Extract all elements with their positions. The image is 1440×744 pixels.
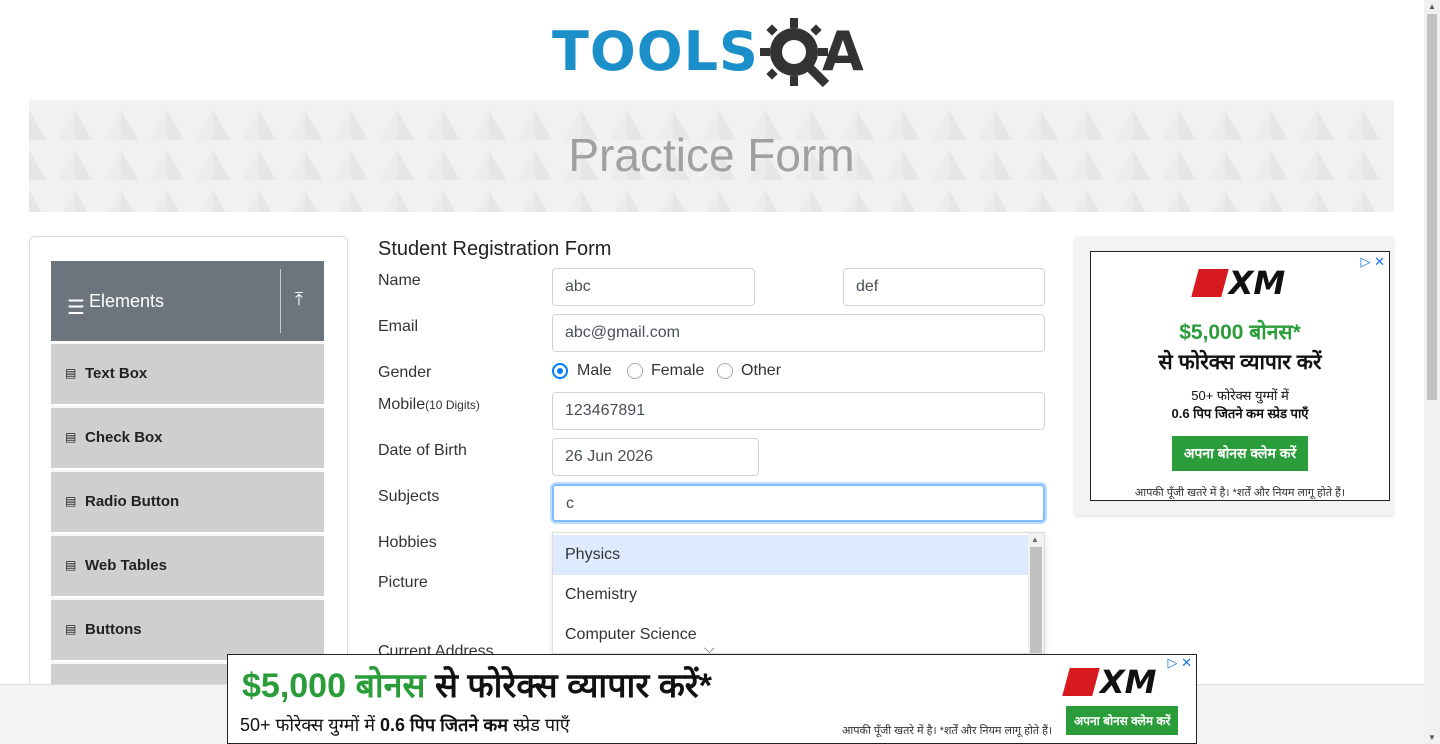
page-banner: Practice Form [29, 100, 1394, 212]
ad-headline-2: से फोरेक्स व्यापार करें [1158, 351, 1322, 374]
ad-bottom-cta-button[interactable]: अपना बोनस क्लेम करें [1066, 706, 1179, 735]
ad-headline-1: $5,000 बोनस* [1179, 321, 1301, 344]
logo-text: TOOLS [552, 20, 759, 83]
sidebar-item-check-box[interactable]: ▤ Check Box [51, 406, 324, 468]
page-title: Practice Form [568, 129, 855, 181]
xm-logo: XM [1091, 264, 1389, 302]
mobile-label-text: Mobile [378, 396, 426, 413]
sidebar-item-buttons[interactable]: ▤ Buttons [51, 598, 324, 660]
name-label: Name [378, 272, 421, 289]
document-icon: ▤ [65, 494, 77, 508]
adchoices-close-icon[interactable]: ▷ ✕ [1360, 254, 1385, 270]
toolsqa-logo[interactable]: TOOLS A [552, 16, 876, 90]
sidebar-group-title: Elements [89, 291, 165, 311]
ad-disclaimer: आपकी पूँजी खतरे में है। *शर्तें और नियम … [1134, 487, 1346, 499]
scroll-down-arrow-icon[interactable]: ▼ [1428, 733, 1436, 742]
subjects-label: Subjects [378, 488, 440, 505]
dob-input[interactable]: 26 Jun 2026 [552, 438, 759, 476]
subject-option-computer-science[interactable]: Computer Science [553, 615, 1030, 653]
scroll-up-arrow-icon[interactable]: ▲ [1031, 535, 1039, 544]
subjects-input[interactable]: c [552, 484, 1045, 522]
subject-option-chemistry[interactable]: Chemistry [553, 575, 1030, 615]
ad-bottom-disclaimer: आपकी पूँजी खतरे में है। *शर्तें और नियम … [842, 725, 1053, 737]
xm-brand: XM [1228, 264, 1286, 302]
sidebar-item-label: Radio Button [85, 493, 180, 510]
gender-female-radio[interactable] [627, 363, 643, 379]
picture-label: Picture [378, 574, 428, 591]
ad-sub-1: 50+ फोरेक्स युग्मों में [1191, 388, 1289, 403]
ad-right-creative[interactable]: ▷ ✕ XM $5,000 बोनस* से फोरेक्स व्यापार क… [1090, 251, 1390, 501]
document-icon: ▤ [65, 366, 77, 380]
form-title: Student Registration Form [378, 238, 612, 260]
hamburger-icon: ☰ [67, 297, 85, 319]
sidebar-item-web-tables[interactable]: ▤ Web Tables [51, 534, 324, 596]
ad-right: ▷ ✕ XM $5,000 बोनस* से फोरेक्स व्यापार क… [1075, 237, 1393, 515]
ad-bottom-headline: $5,000 बोनस से फोरेक्स व्यापार करें* [242, 661, 712, 707]
page-scrollbar[interactable]: ▲ ▼ [1424, 0, 1440, 744]
xm-logo: XM [1062, 663, 1157, 701]
mobile-input[interactable]: 123467891 [552, 392, 1045, 430]
scrollbar-thumb[interactable] [1030, 547, 1042, 653]
hobbies-label: Hobbies [378, 534, 437, 551]
ad-sub-2: 0.6 पिप जितने कम स्प्रेड पाएँ [1171, 406, 1309, 421]
gender-female-label[interactable]: Female [651, 362, 704, 380]
subject-option-physics[interactable]: Physics [553, 535, 1030, 575]
sidebar-item-label: Text Box [85, 365, 148, 382]
adchoices-close-icon[interactable]: ▷ ✕ [1167, 655, 1192, 671]
subjects-autocomplete-menu: Physics Chemistry Computer Science ▲ [552, 532, 1045, 654]
ad-bottom-sub-bold: 0.6 पिप जितने कम [380, 715, 508, 735]
dropdown-scrollbar[interactable]: ▲ [1028, 533, 1044, 653]
ad-bottom-headline-green: $5,000 बोनस [242, 667, 426, 705]
gender-male-label[interactable]: Male [577, 362, 612, 380]
sidebar-item-label: Check Box [85, 429, 163, 446]
xm-mark-icon [1190, 269, 1229, 297]
sidebar-item-radio-button[interactable]: ▤ Radio Button [51, 470, 324, 532]
ad-bottom-sub-pre: 50+ फोरेक्स युग्मों में [240, 715, 380, 735]
sidebar-item-label: Buttons [85, 621, 142, 638]
gender-label: Gender [378, 364, 432, 381]
document-icon: ▤ [65, 430, 77, 444]
sidebar-item-label: Web Tables [85, 557, 167, 574]
xm-brand: XM [1100, 663, 1157, 701]
document-icon: ▤ [65, 558, 77, 572]
mobile-label: Mobile(10 Digits) [378, 396, 480, 414]
mobile-hint: (10 Digits) [425, 398, 480, 412]
email-input[interactable]: abc@gmail.com [552, 314, 1045, 352]
first-name-input[interactable]: abc [552, 268, 755, 306]
last-name-input[interactable]: def [843, 268, 1045, 306]
dob-label: Date of Birth [378, 442, 467, 459]
logo-suffix: A [822, 20, 864, 83]
sidebar-group-elements[interactable]: ☰ Elements ⤒ [51, 261, 324, 341]
email-label: Email [378, 318, 419, 335]
scroll-up-arrow-icon[interactable]: ▲ [1428, 2, 1436, 11]
xm-mark-icon [1062, 668, 1100, 696]
divider [280, 269, 281, 333]
gender-other-label[interactable]: Other [741, 362, 781, 380]
document-icon: ▤ [65, 622, 77, 636]
page-scrollbar-thumb[interactable] [1427, 14, 1437, 400]
ad-bottom-sub-post: स्प्रेड पाएँ [508, 715, 570, 735]
collapse-upload-icon[interactable]: ⤒ [295, 289, 303, 310]
gender-other-radio[interactable] [717, 363, 733, 379]
ad-bottom-sub: 50+ फोरेक्स युग्मों में 0.6 पिप जितने कम… [240, 713, 570, 737]
gender-male-radio[interactable] [552, 363, 568, 379]
sidebar: ☰ Elements ⤒ ▤ Text Box ▤ Check Box ▤ Ra… [29, 236, 348, 696]
sidebar-item-text-box[interactable]: ▤ Text Box [51, 342, 324, 404]
ad-cta-button[interactable]: अपना बोनस क्लेम करें [1171, 436, 1309, 471]
ad-bottom-headline-black: से फोरेक्स व्यापार करें* [425, 667, 712, 705]
ad-bottom[interactable]: ▷ ✕ $5,000 बोनस से फोरेक्स व्यापार करें*… [227, 654, 1197, 744]
